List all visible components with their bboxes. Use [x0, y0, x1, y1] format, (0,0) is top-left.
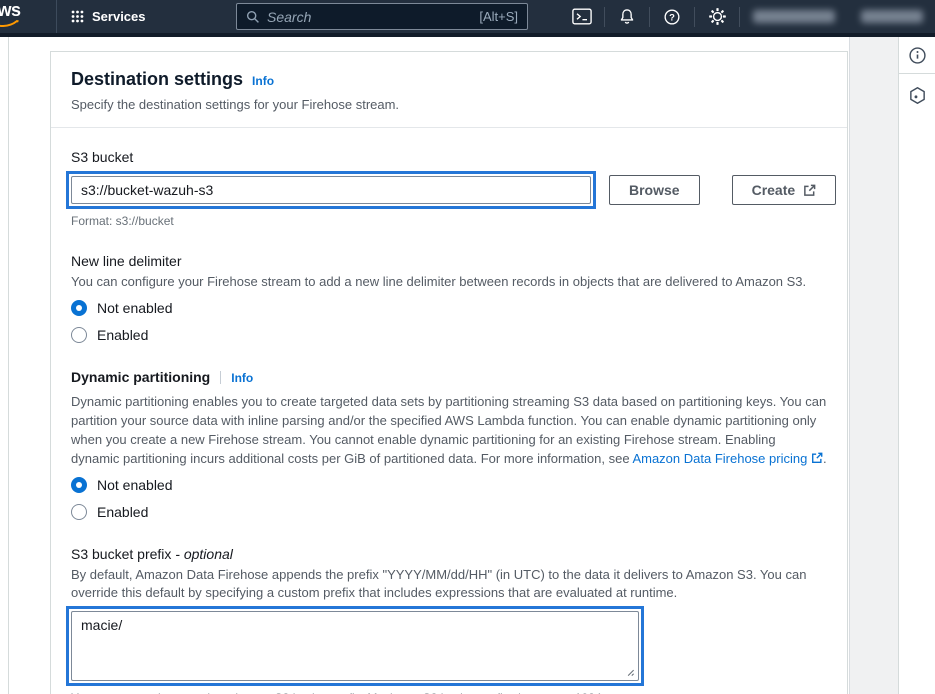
- radio-option-not-enabled[interactable]: Not enabled: [71, 298, 827, 318]
- s3-bucket-highlight-box: [66, 171, 596, 209]
- info-panel-button[interactable]: [899, 37, 935, 73]
- radio-option-enabled[interactable]: Enabled: [71, 502, 827, 522]
- label-divider: [220, 371, 221, 384]
- s3-prefix-highlight-box: macie/: [66, 606, 644, 686]
- browse-button[interactable]: Browse: [609, 175, 700, 205]
- s3-bucket-label: S3 bucket: [71, 147, 827, 167]
- s3-bucket-format-hint: Format: s3://bucket: [71, 214, 827, 229]
- help-panel-rail: [898, 37, 935, 694]
- radio-option-not-enabled[interactable]: Not enabled: [71, 475, 827, 495]
- dynamic-partitioning-label: Dynamic partitioning: [71, 369, 210, 385]
- help-button[interactable]: ?: [650, 0, 694, 33]
- s3-prefix-label-row: S3 bucket prefix - optional: [71, 544, 827, 564]
- content-left-edge: [8, 37, 9, 694]
- optional-suffix: - optional: [175, 546, 233, 562]
- cloudshell-button[interactable]: [560, 0, 604, 33]
- amazon-q-icon: [908, 86, 927, 105]
- aws-logo-text: aws: [0, 1, 21, 20]
- radio-button[interactable]: [71, 477, 87, 493]
- search-input[interactable]: [267, 9, 472, 25]
- panel-title-info-link[interactable]: Info: [252, 74, 274, 88]
- settings-gear-icon: [709, 8, 726, 25]
- s3-prefix-description: By default, Amazon Data Firehose appends…: [71, 566, 826, 602]
- global-search-box[interactable]: [Alt+S]: [236, 3, 528, 30]
- aws-smile-icon: [0, 20, 19, 29]
- region-selector-blurred[interactable]: [753, 10, 835, 23]
- services-label: Services: [92, 9, 146, 24]
- help-icon: ?: [663, 8, 681, 26]
- services-grid-icon: [71, 10, 84, 23]
- new-line-delimiter-options: Not enabled Enabled: [71, 298, 827, 345]
- info-icon: [908, 46, 927, 65]
- search-shortcut-hint: [Alt+S]: [479, 9, 518, 24]
- external-link-icon: [803, 184, 816, 197]
- panel-title: Destination settings: [71, 69, 243, 89]
- topbar-divider: [739, 7, 740, 27]
- dynamic-partitioning-description: Dynamic partitioning enables you to crea…: [71, 392, 827, 468]
- settings-button[interactable]: [695, 0, 739, 33]
- search-icon: [246, 10, 260, 24]
- dynamic-partitioning-options: Not enabled Enabled: [71, 475, 827, 522]
- s3-bucket-input[interactable]: [71, 176, 591, 204]
- dynamic-partitioning-label-row: Dynamic partitioning Info: [71, 367, 827, 388]
- account-menu-blurred[interactable]: [861, 10, 923, 23]
- notifications-bell-icon: [618, 8, 636, 26]
- s3-prefix-label: S3 bucket prefix: [71, 546, 175, 562]
- panel-subtitle: Specify the destination settings for you…: [71, 96, 827, 114]
- scrollbar-gutter[interactable]: [849, 37, 898, 694]
- top-navigation-bar: aws Services [Alt+S]: [0, 0, 935, 33]
- radio-button[interactable]: [71, 504, 87, 520]
- page-content: Destination settings Info Specify the des…: [0, 37, 935, 694]
- panel-header: Destination settings Info Specify the des…: [51, 52, 847, 128]
- new-line-delimiter-description: You can configure your Firehose stream t…: [71, 273, 826, 291]
- external-link-icon: [811, 452, 823, 464]
- create-button[interactable]: Create: [732, 175, 837, 205]
- panel-body: S3 bucket Browse Create Format: s3://buc…: [51, 128, 847, 694]
- radio-button[interactable]: [71, 300, 87, 316]
- radio-button[interactable]: [71, 327, 87, 343]
- aws-logo[interactable]: aws: [0, 0, 56, 33]
- notifications-button[interactable]: [605, 0, 649, 33]
- s3-prefix-textarea[interactable]: macie/: [71, 611, 639, 681]
- firehose-pricing-link[interactable]: Amazon Data Firehose pricing: [632, 451, 822, 466]
- destination-settings-panel: Destination settings Info Specify the des…: [50, 51, 848, 694]
- new-line-delimiter-label: New line delimiter: [71, 251, 827, 271]
- resize-handle-icon[interactable]: [624, 666, 635, 677]
- cloudshell-icon: [572, 8, 592, 25]
- services-menu-button[interactable]: Services: [57, 0, 160, 33]
- radio-option-enabled[interactable]: Enabled: [71, 325, 827, 345]
- dynamic-partitioning-info-link[interactable]: Info: [231, 371, 253, 385]
- amazon-q-button[interactable]: [899, 74, 935, 116]
- svg-text:?: ?: [669, 12, 675, 23]
